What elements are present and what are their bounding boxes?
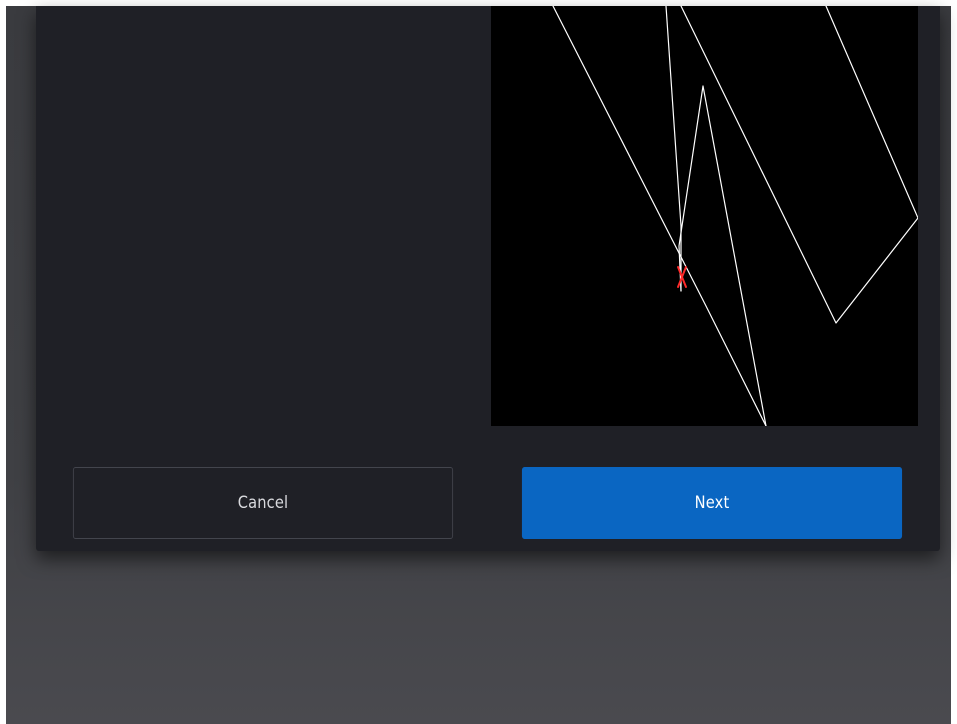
next-button[interactable]: Next xyxy=(521,467,903,539)
x-marker-icon xyxy=(677,266,687,288)
cancel-button-label: Cancel xyxy=(237,493,289,513)
path-preview-canvas xyxy=(491,6,918,426)
toolpath-lines xyxy=(552,6,918,426)
path-preview-drawing xyxy=(552,6,918,426)
toolpath-segment xyxy=(680,6,918,324)
dialog-left-pane xyxy=(36,6,491,426)
toolpath-segment xyxy=(678,85,767,426)
next-button-label: Next xyxy=(694,493,730,513)
toolpath-segment xyxy=(552,6,767,426)
cancel-button[interactable]: Cancel xyxy=(72,467,454,539)
wizard-dialog: Cancel Next xyxy=(36,6,940,551)
